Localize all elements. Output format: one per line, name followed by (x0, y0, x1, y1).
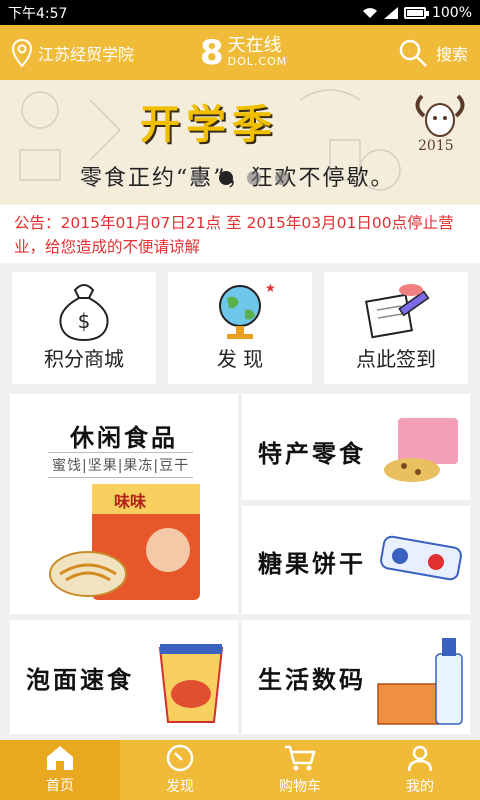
nav-label: 购物车 (279, 779, 321, 795)
category-noodles[interactable]: 泡面速食 (10, 620, 238, 734)
goat-badge: 2015 (410, 86, 470, 166)
search-label: 搜索 (435, 44, 468, 64)
category-title: 特产零食 (258, 440, 366, 468)
category-title: 生活数码 (258, 666, 366, 694)
noodle-cup-image (158, 644, 224, 723)
app-logo: 8 天在线 DOL.COM (190, 36, 398, 70)
category-digital[interactable]: 生活数码 (242, 620, 470, 734)
logo-name: 天在线 (227, 35, 282, 57)
nav-profile[interactable]: 我的 (360, 740, 480, 800)
status-bar: 下午4:57 100% (0, 0, 480, 25)
nav-cart[interactable]: 购物车 (240, 740, 360, 800)
carousel-dot[interactable] (191, 171, 205, 185)
category-snacks[interactable]: 休闲食品 蜜饯|坚果|果冻|豆干 味味 (10, 394, 238, 614)
category-title: 泡面速食 (26, 666, 134, 694)
promo-banner[interactable]: 开学季 零食正约“惠”，狂欢不停歇。 2015 (0, 80, 480, 205)
cart-icon (285, 745, 316, 771)
feature-points-mall[interactable]: $ 积分商城 (12, 272, 156, 384)
nav-label: 发现 (166, 779, 194, 795)
nav-home[interactable]: 首页 (0, 740, 120, 800)
carousel-dot[interactable] (247, 171, 261, 185)
svg-text:$: $ (78, 309, 91, 333)
nav-discover[interactable]: 发现 (120, 740, 240, 800)
battery-icon (403, 6, 429, 19)
category-subtitle: 蜜饯|坚果|果冻|豆干 (48, 452, 194, 478)
search-icon (399, 39, 427, 67)
category-candy[interactable]: 糖果饼干 (242, 506, 470, 614)
location-label: 江苏经贸学院 (38, 44, 135, 64)
snack-pack-brand: 味味 (114, 492, 147, 511)
carousel-dot[interactable] (275, 171, 289, 185)
feature-label: 点此签到 (356, 347, 436, 371)
location-selector[interactable]: 江苏经贸学院 (0, 38, 190, 67)
banner-title: 开学季 (140, 101, 278, 148)
announcement: 公告：2015年01月07日21点 至 2015年03月01日00点停止营业，给… (0, 205, 480, 263)
svg-text:★: ★ (265, 281, 275, 295)
badge-year: 2015 (418, 138, 454, 154)
wifi-icon (362, 7, 377, 18)
feature-discover[interactable]: ★ 发 现 (168, 272, 312, 384)
category-specialty[interactable]: 特产零食 (242, 394, 470, 500)
category-title: 糖果饼干 (258, 550, 366, 578)
logo-domain: DOL.COM (227, 55, 288, 69)
carousel-dot-active[interactable] (219, 171, 233, 185)
category-title: 休闲食品 (70, 424, 178, 452)
search-button[interactable]: 搜索 (398, 38, 480, 68)
globe-icon: ★ (219, 281, 275, 339)
signal-icon (383, 6, 398, 19)
app-header: 江苏经贸学院 8 天在线 DOL.COM 搜索 (0, 25, 480, 80)
home-icon (47, 746, 73, 770)
user-icon (407, 745, 433, 772)
compass-icon (166, 744, 194, 772)
battery-percent: 100% (431, 4, 472, 21)
bottom-nav: 首页 发现 购物车 我的 (0, 740, 480, 800)
status-time: 下午4:57 (8, 5, 68, 22)
logo-number: 8 (200, 32, 224, 73)
carousel-dots (191, 171, 289, 185)
feature-label: 积分商城 (44, 347, 124, 371)
location-pin-icon (12, 38, 32, 67)
feature-checkin[interactable]: 点此签到 (324, 272, 468, 384)
sign-in-icon (365, 284, 430, 339)
money-bag-icon: $ (59, 284, 109, 342)
household-products-image (377, 638, 463, 725)
feature-label: 发 现 (216, 347, 264, 371)
nav-label: 我的 (406, 779, 434, 795)
cookie-pack-image (384, 418, 458, 482)
candy-image (380, 535, 462, 581)
goat-icon (415, 94, 465, 137)
nav-label: 首页 (46, 778, 74, 794)
